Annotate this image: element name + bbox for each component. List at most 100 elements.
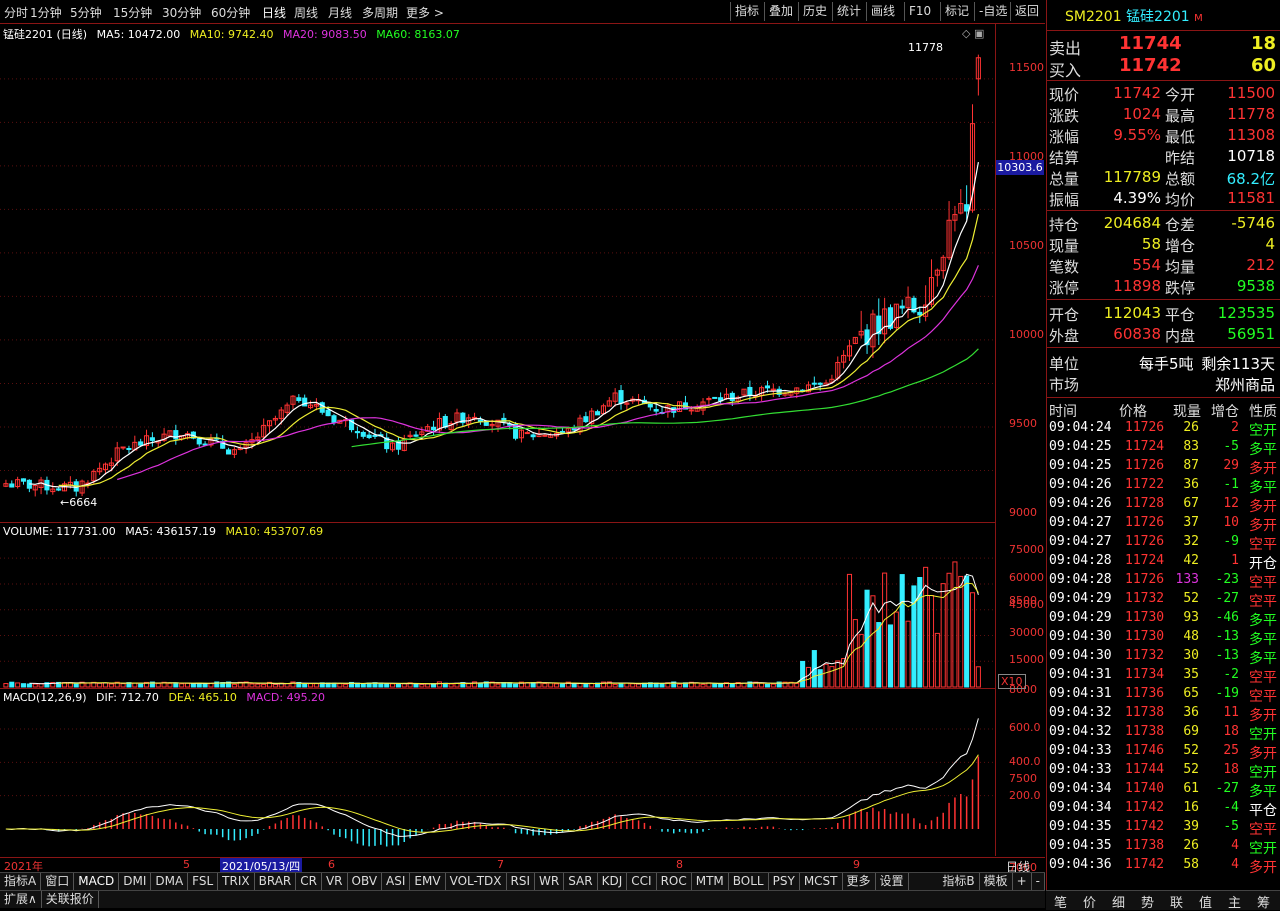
tab-period-4[interactable]: 30分钟 (162, 4, 201, 21)
indicator-tab[interactable]: WR (535, 873, 565, 890)
unit-row: 单位 每手5吨 剩余113天 (1047, 353, 1279, 374)
indicator-tab[interactable]: KDJ (598, 873, 628, 890)
tick-row[interactable]: 09:04:27 11726 32 -9 空平 (1047, 534, 1279, 553)
back-button[interactable]: 返回 (1010, 2, 1043, 21)
indicator-button[interactable]: 指标 (730, 2, 763, 21)
indicator-tab[interactable]: VR (322, 873, 348, 890)
bottom-tab[interactable]: 扩展∧ (0, 891, 42, 908)
indicator-tab[interactable]: VOL-TDX (446, 873, 507, 890)
indicator-tab[interactable]: 更多 (843, 873, 876, 890)
tick-time: 09:04:29 (1049, 610, 1112, 625)
tick-row[interactable]: 09:04:28 11726 133 -23 空平 (1047, 572, 1279, 591)
indicator-tab[interactable]: ROC (657, 873, 692, 890)
tick-row[interactable]: 09:04:34 11740 61 -27 多平 (1047, 781, 1279, 800)
f10-button[interactable]: F10 (904, 2, 935, 21)
candle-body (296, 397, 302, 402)
quote-tab[interactable]: 主 (1228, 892, 1241, 911)
mark-button[interactable]: 标记 (940, 2, 973, 21)
indicator-tab[interactable]: CR (296, 873, 322, 890)
tick-row[interactable]: 09:04:30 11732 30 -13 多平 (1047, 648, 1279, 667)
indicator-tab[interactable]: MTM (692, 873, 729, 890)
draw-button[interactable]: 画线 (866, 2, 899, 21)
indicator-tab[interactable]: SAR (564, 873, 598, 890)
more-button[interactable]: 更多 > (406, 4, 444, 21)
quote-tab[interactable]: 势 (1141, 892, 1154, 911)
tab-period-0[interactable]: 分时 (4, 4, 28, 21)
indicator-tab[interactable]: DMA (151, 873, 189, 890)
axis-month-6: 6 (328, 858, 335, 871)
indicator-tab[interactable]: ASI (382, 873, 411, 890)
tab-period-2[interactable]: 5分钟 (70, 4, 102, 21)
tab-period-monthly[interactable]: 月线 (328, 4, 352, 21)
indicator-tab[interactable]: RSI (507, 873, 536, 890)
indicator-tab[interactable]: OBV (348, 873, 383, 890)
tick-nature: 多平 (1249, 612, 1277, 628)
tick-row[interactable]: 09:04:29 11730 93 -46 多平 (1047, 610, 1279, 629)
indicator-tab[interactable]: TRIX (218, 873, 255, 890)
tab-period-5[interactable]: 60分钟 (211, 4, 250, 21)
tick-row[interactable]: 09:04:27 11726 37 10 多开 (1047, 515, 1279, 534)
indicator-tab[interactable]: EMV (410, 873, 446, 890)
remove-watchlist-button[interactable]: -自选 (974, 2, 1011, 21)
tick-row[interactable]: 09:04:26 11728 67 12 多开 (1047, 496, 1279, 515)
tab-period-3[interactable]: 15分钟 (113, 4, 152, 21)
tick-row[interactable]: 09:04:33 11744 52 18 空开 (1047, 762, 1279, 781)
quote-tab[interactable]: 价 (1083, 892, 1096, 911)
overlay-button[interactable]: 叠加 (764, 2, 797, 21)
tab-period-1[interactable]: 1分钟 (30, 4, 62, 21)
tick-row[interactable]: 09:04:25 11724 83 -5 多平 (1047, 439, 1279, 458)
tick-row[interactable]: 09:04:26 11722 36 -1 多平 (1047, 477, 1279, 496)
tick-row[interactable]: 09:04:33 11746 52 25 多开 (1047, 743, 1279, 762)
volume-bar (32, 683, 38, 688)
kline-pane[interactable]: 锰硅2201 (日线) MA5: 10472.00 MA10: 9742.40 … (0, 24, 996, 522)
tick-row[interactable]: 09:04:24 11726 26 2 空开 (1047, 420, 1279, 439)
indicator-tab[interactable]: CCI (627, 873, 657, 890)
tick-row[interactable]: 09:04:31 11736 65 -19 空平 (1047, 686, 1279, 705)
quote-tab[interactable]: 值 (1199, 892, 1212, 911)
volume-bar (120, 683, 126, 688)
macd-pane[interactable]: MACD(12,26,9) DIF: 712.70 DEA: 465.10 MA… (0, 688, 996, 856)
indicator-tab[interactable]: FSL (188, 873, 219, 890)
indicator-tab[interactable]: PSY (769, 873, 800, 890)
tick-row[interactable]: 09:04:36 11742 58 4 多开 (1047, 857, 1279, 876)
tick-row[interactable]: 09:04:32 11738 36 11 多开 (1047, 705, 1279, 724)
tab-period-weekly[interactable]: 周线 (294, 4, 318, 21)
indicator-right-tab[interactable]: 指标B (938, 873, 980, 890)
tick-row[interactable]: 09:04:28 11724 42 1 开仓 (1047, 553, 1279, 572)
indicator-tab[interactable]: MCST (800, 873, 843, 890)
tick-row[interactable]: 09:04:29 11732 52 -27 空平 (1047, 591, 1279, 610)
indicator-tab[interactable]: 窗口 (41, 873, 75, 890)
statistics-button[interactable]: 统计 (832, 2, 865, 21)
volume-bar (887, 624, 894, 688)
indicator-tab[interactable]: MACD (74, 873, 120, 890)
tick-row[interactable]: 09:04:25 11726 87 29 多开 (1047, 458, 1279, 477)
volume-bar (261, 683, 267, 688)
bottom-tab[interactable]: 关联报价 (42, 891, 99, 908)
tick-row[interactable]: 09:04:31 11734 35 -2 空平 (1047, 667, 1279, 686)
indicator-tab[interactable]: 指标A (0, 873, 42, 890)
tab-period-daily[interactable]: 日线 (262, 4, 286, 21)
tick-row[interactable]: 09:04:35 11738 26 4 空开 (1047, 838, 1279, 857)
tab-multi-period[interactable]: 多周期 (362, 4, 398, 21)
history-button[interactable]: 历史 (798, 2, 831, 21)
tick-row[interactable]: 09:04:34 11742 16 -4 平仓 (1047, 800, 1279, 819)
indicator-tab[interactable]: BOLL (729, 873, 769, 890)
tick-row[interactable]: 09:04:35 11742 39 -5 空平 (1047, 819, 1279, 838)
quote-tab[interactable]: 筹 (1257, 892, 1270, 911)
indicator-tab[interactable]: DMI (119, 873, 152, 890)
tick-row[interactable]: 09:04:32 11738 69 18 空开 (1047, 724, 1279, 743)
indicator-tab[interactable]: 设置 (876, 873, 909, 890)
tick-row[interactable]: 09:04:30 11730 48 -13 多平 (1047, 629, 1279, 648)
quote-tab[interactable]: 联 (1170, 892, 1183, 911)
quote-tab[interactable]: 细 (1112, 892, 1125, 911)
sell-label: 卖出 (1049, 39, 1082, 58)
volume-pane[interactable]: VOLUME: 117731.00 MA5: 436157.19 MA10: 4… (0, 522, 996, 688)
quote-tab[interactable]: 笔 (1054, 892, 1067, 911)
indicator-right-tab[interactable]: - (1032, 873, 1045, 890)
indicator-tab[interactable]: BRAR (255, 873, 297, 890)
indicator-right-tab[interactable]: 模板 (980, 873, 1013, 890)
macd-y-tick: 400.0 (1009, 755, 1041, 768)
indicator-right-tab[interactable]: + (1013, 873, 1032, 890)
position-row: 现量 58 增仓 4 (1047, 235, 1279, 256)
tick-volume: 39 (1183, 819, 1199, 834)
